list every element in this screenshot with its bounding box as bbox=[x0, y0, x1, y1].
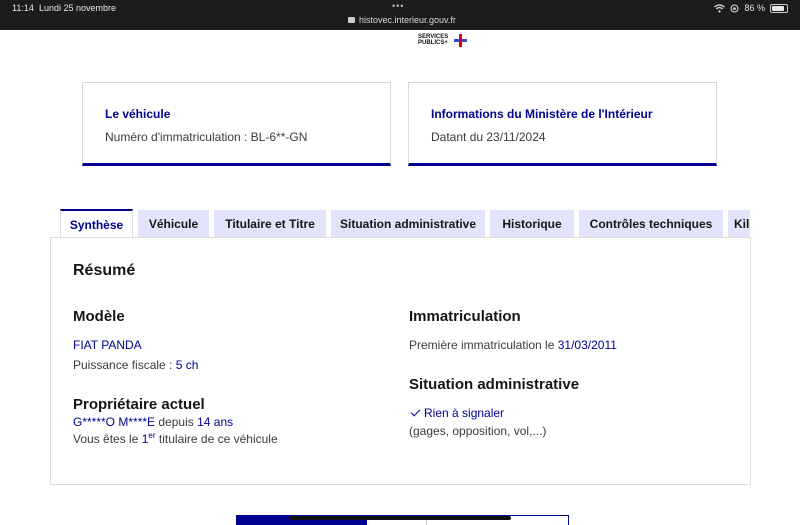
admin-status-heading: Situation administrative bbox=[409, 376, 580, 393]
more-dots-icon[interactable]: ••• bbox=[392, 1, 404, 11]
owner-since-value: 14 ans bbox=[197, 415, 234, 429]
services-publics-logo[interactable]: SERVICES PUBLICS+ bbox=[418, 34, 448, 46]
owner-rank-prefix: Vous êtes le bbox=[73, 432, 139, 446]
first-registration-label: Première immatriculation le bbox=[409, 338, 555, 352]
owner-name: G*****O M****E bbox=[73, 415, 156, 429]
admin-status-detail: (gages, opposition, vol,...) bbox=[409, 424, 547, 438]
wifi-icon bbox=[714, 3, 726, 12]
admin-status: Rien à signaler bbox=[410, 406, 505, 420]
logo-line-2: PUBLICS+ bbox=[418, 40, 448, 46]
owner-rank-line: Vous êtes le 1er titulaire de ce véhicul… bbox=[73, 431, 278, 446]
ministry-card: Informations du Ministère de l'Intérieur… bbox=[408, 82, 717, 166]
tab-bar: Synthèse Véhicule Titulaire et Titre Sit… bbox=[60, 209, 750, 237]
model-name: FIAT PANDA bbox=[73, 338, 142, 352]
data-date: Datant du 23/11/2024 bbox=[431, 130, 546, 144]
battery-percent: 86 % bbox=[744, 3, 765, 13]
vehicle-card-title: Le véhicule bbox=[105, 107, 171, 121]
logo-plus-icon bbox=[454, 34, 467, 47]
status-indicators: 86 % bbox=[714, 3, 788, 13]
lock-icon bbox=[348, 17, 355, 23]
summary-title: Résumé bbox=[73, 262, 136, 279]
fiscal-power: Puissance fiscale : 5 ch bbox=[73, 358, 198, 372]
registration-number: Numéro d'immatriculation : BL-6**-GN bbox=[105, 130, 308, 144]
tab-situation[interactable]: Situation administrative bbox=[331, 210, 485, 237]
check-icon bbox=[410, 406, 421, 417]
owner-rank: 1er bbox=[142, 431, 156, 446]
address-url: histovec.interieur.gouv.fr bbox=[359, 15, 456, 25]
first-registration: Première immatriculation le 31/03/2011 bbox=[409, 338, 617, 352]
tab-titulaire[interactable]: Titulaire et Titre bbox=[214, 210, 326, 237]
fiscal-power-label: Puissance fiscale : bbox=[73, 358, 173, 372]
battery-icon bbox=[770, 3, 788, 13]
summary-panel: Résumé Modèle FIAT PANDA Puissance fisca… bbox=[50, 237, 751, 485]
status-date: Lundi 25 novembre bbox=[39, 3, 117, 13]
ministry-card-title: Informations du Ministère de l'Intérieur bbox=[431, 107, 653, 121]
owner-rank-suffix: er bbox=[148, 431, 156, 440]
registration-heading: Immatriculation bbox=[409, 308, 521, 325]
tab-controles[interactable]: Contrôles techniques bbox=[579, 210, 723, 237]
owner-since-label: depuis bbox=[158, 415, 194, 429]
first-registration-date: 31/03/2011 bbox=[557, 338, 617, 352]
tab-historique[interactable]: Historique bbox=[490, 210, 574, 237]
orientation-lock-icon bbox=[730, 3, 740, 13]
tab-vehicule[interactable]: Véhicule bbox=[138, 210, 209, 237]
fiscal-power-value: 5 ch bbox=[175, 358, 199, 372]
address-bar[interactable]: histovec.interieur.gouv.fr bbox=[348, 15, 456, 25]
home-indicator[interactable] bbox=[289, 516, 511, 520]
tab-synthese[interactable]: Synthèse bbox=[60, 209, 133, 237]
status-time: 11:14 bbox=[12, 3, 34, 13]
admin-status-text: Rien à signaler bbox=[424, 406, 505, 420]
vehicle-card: Le véhicule Numéro d'immatriculation : B… bbox=[82, 82, 391, 166]
tab-kilometrage[interactable]: Kilométrage bbox=[728, 210, 750, 237]
owner-heading: Propriétaire actuel bbox=[73, 396, 205, 413]
status-bar: 11:14 Lundi 25 novembre ••• histovec.int… bbox=[0, 0, 800, 30]
owner-line: G*****O M****E depuis 14 ans bbox=[73, 415, 233, 429]
owner-rank-suffix-text: titulaire de ce véhicule bbox=[158, 432, 278, 446]
model-heading: Modèle bbox=[73, 308, 125, 325]
battery-level bbox=[772, 5, 785, 11]
